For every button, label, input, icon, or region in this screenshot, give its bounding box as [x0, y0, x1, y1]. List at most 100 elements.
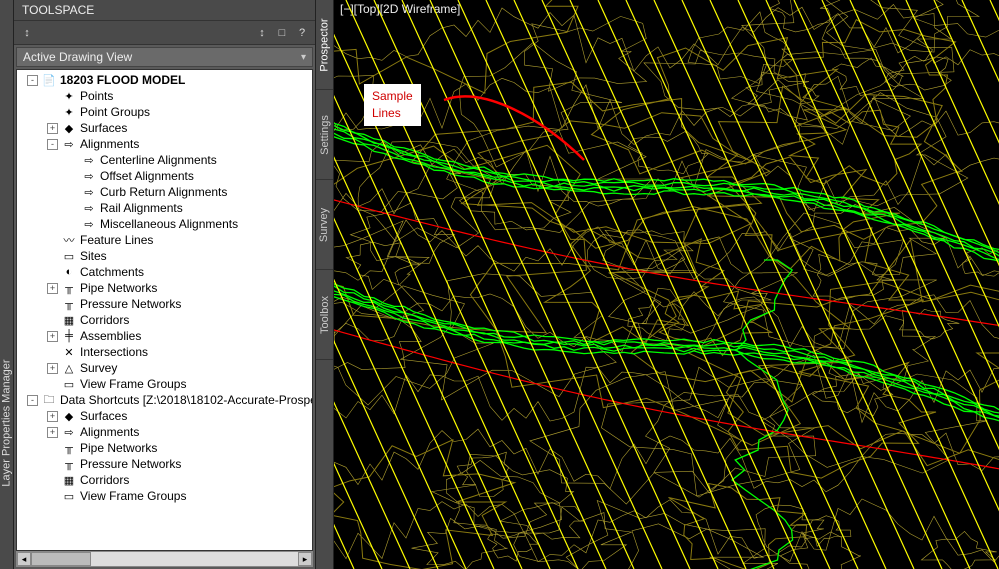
tree-node[interactable]: ▭Sites — [19, 248, 312, 264]
scroll-track[interactable] — [31, 552, 298, 566]
scroll-right-icon[interactable]: ▸ — [298, 552, 312, 566]
scroll-thumb[interactable] — [31, 552, 91, 566]
expand-icon[interactable]: + — [47, 123, 58, 134]
node-label: Sites — [80, 249, 107, 263]
tree-node[interactable]: 〰Feature Lines — [19, 232, 312, 248]
vtab-settings[interactable]: Settings — [316, 90, 333, 180]
tree-node[interactable]: ◐Catchments — [19, 264, 312, 280]
spacer — [47, 379, 58, 390]
node-icon: 🗀 — [41, 392, 57, 408]
spacer — [47, 251, 58, 262]
tree-node[interactable]: -📄18203 FLOOD MODEL — [19, 72, 312, 88]
tree-node[interactable]: ▦Corridors — [19, 472, 312, 488]
tree-node[interactable]: -🗀Data Shortcuts [Z:\2018\18102-Accurate… — [19, 392, 312, 408]
node-icon: ⇨ — [61, 424, 77, 440]
spacer — [47, 459, 58, 470]
tree-node[interactable]: ╥Pressure Networks — [19, 456, 312, 472]
scroll-left-icon[interactable]: ◂ — [17, 552, 31, 566]
collapse-icon[interactable]: - — [27, 75, 38, 86]
node-label: Assemblies — [80, 329, 141, 343]
tree-node[interactable]: -⇨Alignments — [19, 136, 312, 152]
tree-node[interactable]: ╥Pipe Networks — [19, 440, 312, 456]
tree-node[interactable]: ▦Corridors — [19, 312, 312, 328]
toolspace-tabs: ProspectorSettingsSurveyToolbox — [316, 0, 334, 569]
node-label: Rail Alignments — [100, 201, 183, 215]
node-icon: ⇨ — [81, 152, 97, 168]
node-label: Pipe Networks — [80, 441, 157, 455]
expand-icon[interactable]: + — [47, 331, 58, 342]
tree-node[interactable]: ⇨Centerline Alignments — [19, 152, 312, 168]
node-label: Pressure Networks — [80, 297, 181, 311]
node-icon: ⇨ — [81, 200, 97, 216]
toolbar-button-a[interactable]: ↕ — [253, 24, 271, 42]
toolspace-title: TOOLSPACE — [14, 0, 315, 21]
node-icon: ╥ — [61, 456, 77, 472]
annotation-label: Sample Lines — [364, 84, 421, 126]
help-button[interactable]: ? — [293, 24, 311, 42]
collapse-icon[interactable]: - — [27, 395, 38, 406]
node-label: View Frame Groups — [80, 489, 186, 503]
spacer — [47, 491, 58, 502]
expand-icon[interactable]: + — [47, 283, 58, 294]
tree-node[interactable]: +△Survey — [19, 360, 312, 376]
prospector-tree[interactable]: -📄18203 FLOOD MODEL✦Points✦Point Groups+… — [16, 69, 313, 551]
toolspace-panel: TOOLSPACE ↕ ↕ □ ? Active Drawing View ▾ … — [14, 0, 316, 569]
node-icon: ⇨ — [81, 184, 97, 200]
tree-node[interactable]: +⇨Alignments — [19, 424, 312, 440]
spacer — [67, 171, 78, 182]
annotation-line1: Sample — [372, 88, 413, 105]
layer-properties-label: Layer Properties Manager — [1, 359, 13, 486]
node-icon: ▭ — [61, 488, 77, 504]
node-label: Centerline Alignments — [100, 153, 217, 167]
node-icon: ◆ — [61, 120, 77, 136]
tree-node[interactable]: ✦Points — [19, 88, 312, 104]
node-icon: ▭ — [61, 376, 77, 392]
node-icon: ▦ — [61, 312, 77, 328]
node-icon: ◆ — [61, 408, 77, 424]
spacer — [47, 91, 58, 102]
tree-node[interactable]: ⇨Curb Return Alignments — [19, 184, 312, 200]
vtab-prospector[interactable]: Prospector — [316, 0, 333, 90]
tree-node[interactable]: ⇨Miscellaneous Alignments — [19, 216, 312, 232]
tree-node[interactable]: ⇨Rail Alignments — [19, 200, 312, 216]
spacer — [47, 235, 58, 246]
toolbar-button-b[interactable]: □ — [273, 24, 291, 42]
node-icon: ✦ — [61, 88, 77, 104]
tree-node[interactable]: +╥Pipe Networks — [19, 280, 312, 296]
layer-properties-bar[interactable]: Layer Properties Manager — [0, 0, 14, 569]
node-label: Offset Alignments — [100, 169, 194, 183]
tree-node[interactable]: +◆Surfaces — [19, 408, 312, 424]
drawing-viewport[interactable]: [−][Top][2D Wireframe] Sample Lines — [334, 0, 999, 569]
spacer — [47, 299, 58, 310]
tree-node[interactable]: ▭View Frame Groups — [19, 488, 312, 504]
expand-icon[interactable]: + — [47, 411, 58, 422]
node-label: View Frame Groups — [80, 377, 186, 391]
tree-node[interactable]: ✕Intersections — [19, 344, 312, 360]
node-label: Alignments — [80, 137, 139, 151]
tree-node[interactable]: ▭View Frame Groups — [19, 376, 312, 392]
collapse-icon[interactable]: - — [47, 139, 58, 150]
node-label: Miscellaneous Alignments — [100, 217, 238, 231]
expand-icon[interactable]: + — [47, 427, 58, 438]
node-icon: ▭ — [61, 248, 77, 264]
chevron-down-icon: ▾ — [301, 52, 306, 63]
expand-icon[interactable]: + — [47, 363, 58, 374]
annotation-line2: Lines — [372, 105, 413, 122]
tree-node[interactable]: ✦Point Groups — [19, 104, 312, 120]
node-label: Alignments — [80, 425, 139, 439]
tree-node[interactable]: ⇨Offset Alignments — [19, 168, 312, 184]
node-label: 18203 FLOOD MODEL — [60, 73, 185, 87]
spacer — [67, 219, 78, 230]
refresh-icon[interactable]: ↕ — [18, 24, 36, 42]
vtab-toolbox[interactable]: Toolbox — [316, 270, 333, 360]
vtab-survey[interactable]: Survey — [316, 180, 333, 270]
tree-node[interactable]: +╪Assemblies — [19, 328, 312, 344]
tree-node[interactable]: ╥Pressure Networks — [19, 296, 312, 312]
view-selector[interactable]: Active Drawing View ▾ — [16, 47, 313, 67]
horizontal-scrollbar[interactable]: ◂ ▸ — [16, 551, 313, 567]
node-icon: △ — [61, 360, 77, 376]
node-label: Corridors — [80, 313, 129, 327]
node-label: Intersections — [80, 345, 148, 359]
toolspace-toolbar: ↕ ↕ □ ? — [14, 21, 315, 45]
tree-node[interactable]: +◆Surfaces — [19, 120, 312, 136]
